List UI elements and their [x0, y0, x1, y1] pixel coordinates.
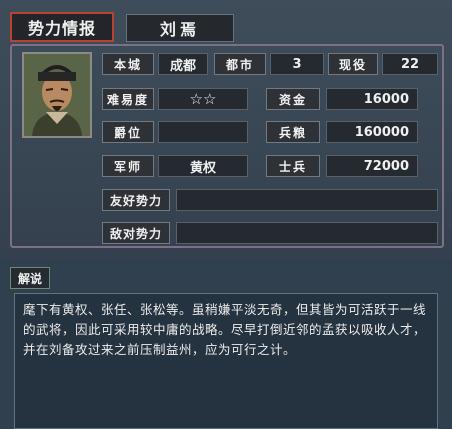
advisor-label: 军师 — [102, 155, 154, 177]
explanation-text: 麾下有黄权、张任、张松等。虽稍嫌平淡无奇，但其皆为可活跃于一线的武将，因此可采用… — [14, 293, 438, 429]
explanation-tab[interactable]: 解说 — [10, 267, 50, 289]
portrait-image — [24, 54, 90, 136]
troops-value: 72000 — [326, 155, 418, 177]
panel-title: 势力情报 — [10, 12, 114, 42]
advisor-value: 黄权 — [158, 155, 248, 177]
hostile-factions-value — [176, 222, 438, 244]
funds-label: 资金 — [266, 88, 320, 110]
capital-label: 本城 — [102, 53, 154, 75]
capital-value: 成都 — [158, 53, 208, 75]
friendly-factions-value — [176, 189, 438, 211]
food-value: 160000 — [326, 121, 418, 143]
food-label: 兵粮 — [266, 121, 320, 143]
funds-value: 16000 — [326, 88, 418, 110]
ruler-portrait — [22, 52, 92, 138]
rank-label: 爵位 — [102, 121, 154, 143]
cities-value: 3 — [270, 53, 324, 75]
hostile-factions-label: 敌对势力 — [102, 222, 170, 244]
rank-value — [158, 121, 248, 143]
cities-label: 都市 — [214, 53, 266, 75]
difficulty-stars: ☆☆ — [158, 88, 248, 110]
officers-value: 22 — [382, 53, 438, 75]
difficulty-label: 难易度 — [102, 88, 154, 110]
friendly-factions-label: 友好势力 — [102, 189, 170, 211]
troops-label: 士兵 — [266, 155, 320, 177]
officers-label: 现役 — [328, 53, 378, 75]
ruler-name: 刘焉 — [126, 14, 234, 42]
